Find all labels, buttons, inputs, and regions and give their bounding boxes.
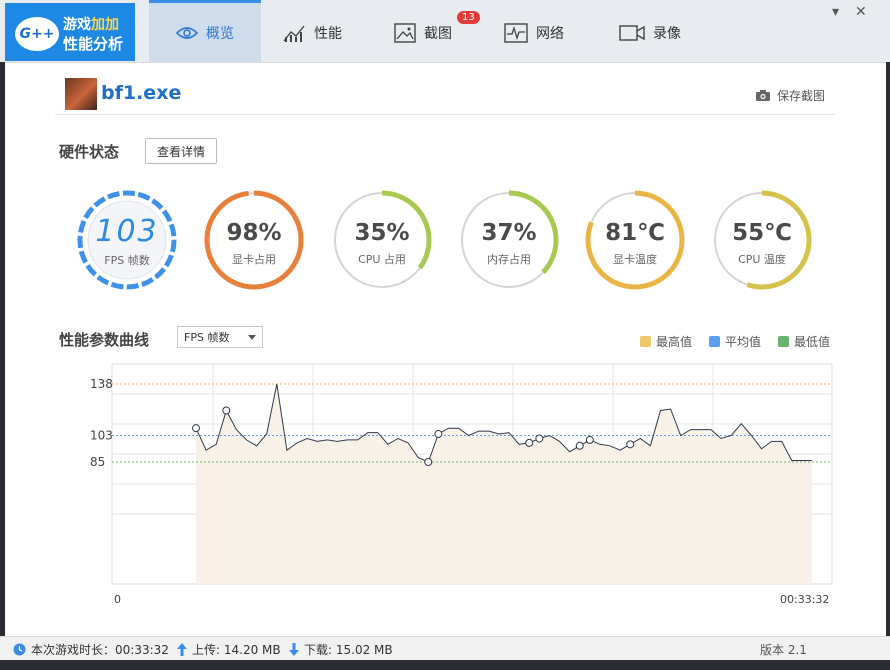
bar-chart-icon	[282, 23, 306, 43]
download-label: 下载: 15.02 MB	[304, 643, 393, 657]
fps-marker[interactable]	[525, 438, 534, 447]
legend-min-label: 最低值	[794, 335, 831, 349]
gpu-usage-label: 显卡占用	[232, 253, 276, 266]
fps-marker[interactable]	[192, 424, 200, 433]
hardware-status-title: 硬件状态	[59, 143, 120, 161]
cpu-usage-label: CPU 占用	[358, 253, 406, 266]
dropdown-arrow-icon	[248, 335, 256, 340]
fps-marker[interactable]	[626, 440, 635, 449]
version-text: 版本 2.1	[760, 643, 807, 657]
gpu-temp-label: 显卡温度	[613, 253, 657, 266]
session-duration-label: 本次游戏时长：00:33:32	[31, 643, 169, 657]
clock-icon	[13, 643, 26, 656]
cpu-usage-value: 35%	[354, 220, 410, 246]
legend-max-swatch	[640, 336, 651, 347]
legend-avg: 平均值	[709, 333, 761, 350]
x-start-label: 0	[114, 593, 121, 606]
tab-network-label: 网络	[536, 25, 564, 42]
logo-text-line2: 性能分析	[63, 35, 124, 53]
cpu-temp-gauge: 55℃ CPU 温度	[710, 188, 814, 292]
picture-icon	[394, 22, 416, 43]
logo-text-line1: 游戏加加	[63, 14, 119, 34]
logo-text-b: 加加	[91, 17, 119, 33]
memory-usage-gauge: 37% 内存占用	[457, 188, 561, 292]
top-navigation-bar: G++ 游戏加加 性能分析 概览 性能 截图 13 网络 录像 ▾ ✕	[0, 0, 890, 63]
window-left-edge	[0, 62, 5, 636]
save-screenshot-label: 保存截图	[776, 89, 825, 103]
upload-stat: 上传: 14.20 MB	[177, 641, 281, 658]
process-header: bf1.exe 保存截图	[55, 76, 835, 115]
cpu-temp-label: CPU 温度	[738, 253, 786, 266]
tab-overview-label: 概览	[206, 25, 234, 42]
status-bar: 本次游戏时长：00:33:32 上传: 14.20 MB 下载: 15.02 M…	[0, 636, 890, 661]
tab-overview[interactable]: 概览	[149, 0, 261, 62]
tab-network[interactable]: 网络	[504, 3, 564, 62]
upload-arrow-icon	[177, 643, 187, 656]
network-icon	[504, 22, 528, 43]
download-stat: 下载: 15.02 MB	[289, 641, 393, 658]
upload-label: 上传: 14.20 MB	[192, 643, 281, 657]
session-duration: 本次游戏时长：00:33:32	[13, 641, 169, 658]
legend-max: 最高值	[640, 333, 692, 350]
x-end-label: 00:33:32	[780, 593, 829, 606]
y-tick-label: 138	[90, 377, 113, 391]
fps-marker[interactable]	[434, 430, 443, 439]
gpu-temp-value: 81℃	[605, 220, 665, 246]
logo-badge: G++	[15, 17, 59, 51]
save-screenshot-button[interactable]: 保存截图	[755, 87, 825, 104]
game-avatar	[65, 78, 97, 110]
fps-marker[interactable]	[424, 458, 433, 466]
tab-screenshots[interactable]: 截图	[394, 3, 452, 62]
screenshot-count-badge: 13	[457, 11, 480, 24]
tab-performance[interactable]: 性能	[282, 3, 342, 62]
window-close-button[interactable]: ✕	[855, 4, 867, 20]
window-menu-button[interactable]: ▾	[832, 4, 839, 20]
eye-icon	[176, 26, 198, 40]
gpu-temp-gauge: 81℃ 显卡温度	[583, 188, 687, 292]
memory-usage-label: 内存占用	[487, 253, 531, 266]
tab-video-label: 录像	[653, 25, 681, 42]
fps-marker[interactable]	[535, 434, 544, 443]
tab-video[interactable]: 录像	[619, 3, 681, 62]
fps-label: FPS 帧数	[104, 254, 150, 267]
camera-icon	[755, 89, 771, 102]
y-tick-label: 85	[90, 455, 105, 469]
cpu-usage-gauge: 35% CPU 占用	[330, 188, 434, 292]
view-details-button[interactable]: 查看详情	[145, 138, 217, 164]
app-logo: G++ 游戏加加 性能分析	[5, 3, 135, 61]
tab-performance-label: 性能	[314, 25, 342, 42]
gpu-usage-gauge: 98% 显卡占用	[202, 188, 306, 292]
cpu-temp-value: 55℃	[732, 220, 792, 246]
fps-line-chart: 138 103 85 0 00:33:32	[90, 363, 833, 606]
legend-max-label: 最高值	[656, 335, 693, 349]
tab-screenshots-label: 截图	[424, 25, 452, 42]
y-tick-label: 103	[90, 429, 113, 443]
legend-avg-swatch	[709, 336, 720, 347]
video-camera-icon	[619, 24, 645, 42]
logo-text-a: 游戏	[63, 17, 91, 33]
fps-marker[interactable]	[222, 406, 231, 415]
fps-gauge: 103 FPS 帧数	[75, 188, 179, 292]
metric-select-value: FPS 帧数	[184, 331, 230, 344]
process-name: bf1.exe	[101, 82, 182, 104]
memory-usage-value: 37%	[481, 220, 537, 246]
fps-marker[interactable]	[585, 435, 594, 444]
legend-avg-label: 平均值	[725, 335, 762, 349]
fps-marker[interactable]	[575, 441, 584, 450]
performance-curve-title: 性能参数曲线	[59, 331, 150, 349]
window-right-edge	[886, 62, 890, 636]
taskbar-strip	[0, 660, 890, 670]
download-arrow-icon	[289, 643, 299, 656]
app-window: G++ 游戏加加 性能分析 概览 性能 截图 13 网络 录像 ▾ ✕ bf1.…	[0, 0, 890, 636]
fps-value: 103	[95, 214, 159, 249]
legend-min: 最低值	[778, 333, 830, 350]
legend-min-swatch	[778, 336, 789, 347]
metric-select[interactable]: FPS 帧数	[177, 326, 263, 348]
gpu-usage-value: 98%	[226, 220, 282, 246]
